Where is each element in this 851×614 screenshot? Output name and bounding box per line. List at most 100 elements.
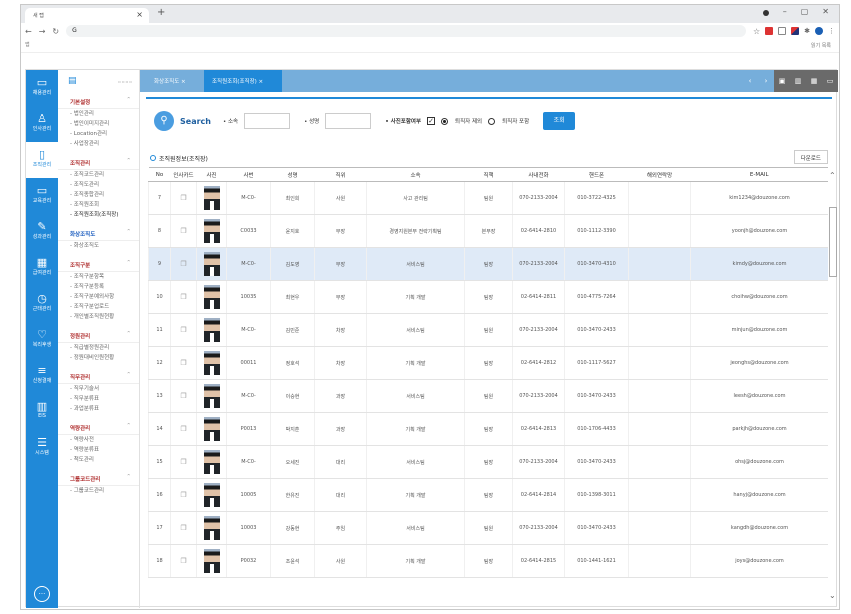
sidebar-item[interactable]: - 과업분류표 <box>58 404 139 414</box>
reading-list[interactable]: 읽기 목록 <box>811 42 831 49</box>
rail-item[interactable]: ▦ 급여관리 <box>26 250 58 286</box>
table-row[interactable]: 12 ❐ 00011 정호석 차장 기획 개발 팀장 02-6414-2812 010-1117… <box>148 346 828 380</box>
url-input[interactable]: G <box>66 25 746 37</box>
profile-icon[interactable] <box>762 10 769 16</box>
sidebar-item[interactable]: - 역량분류표 <box>58 445 139 455</box>
sidebar-group[interactable]: 조직구분 ⌃ <box>58 255 139 272</box>
table-row[interactable]: 16 ❐ 10005 한유진 대리 기획 개발 팀장 02-6414-2814 010-1398… <box>148 478 828 512</box>
sidebar-item[interactable]: - 조직구분등록 <box>58 282 139 292</box>
sidebar-item[interactable]: - 화상조직도 <box>58 241 139 251</box>
download-button[interactable]: 다운로드 <box>793 150 828 164</box>
query-button[interactable]: 조회 <box>543 112 576 130</box>
card-icon[interactable]: ❐ <box>180 392 186 400</box>
card-icon[interactable]: ❐ <box>180 458 186 466</box>
chevron-up-icon[interactable]: ⌃ <box>126 97 131 103</box>
rail-item[interactable]: ≡ 신청결재 <box>26 358 58 394</box>
table-row[interactable]: 14 ❐ P0013 박지훈 과장 기획 개발 팀장 02-6414-2813 010-1706… <box>148 412 828 446</box>
sidebar-item[interactable]: - 조직코드관리 <box>58 170 139 180</box>
column-header[interactable]: 직위 <box>314 167 367 182</box>
account-icon[interactable] <box>815 27 823 35</box>
card-icon[interactable]: ❐ <box>180 326 186 334</box>
column-header[interactable]: 핸드폰 <box>564 167 629 182</box>
table-row[interactable]: 10 ❐ 10035 최현우 부장 기획 개발 팀장 02-6414-2811 010-4775… <box>148 280 828 314</box>
bookmark-icon[interactable]: ▤ <box>68 76 77 86</box>
extension-icon[interactable] <box>791 27 800 35</box>
apps-bookmark[interactable]: 앱 <box>25 42 30 48</box>
sidebar-group[interactable]: 역량관리 ⌃ <box>58 418 139 435</box>
extension-icon[interactable] <box>778 27 787 35</box>
rail-item[interactable]: ✎ 성과관리 <box>26 214 58 250</box>
rail-item[interactable]: ♡ 복리후생 <box>26 322 58 358</box>
column-header[interactable]: 성명 <box>270 167 315 182</box>
layout-other-icon[interactable]: ▭ <box>822 70 838 92</box>
sidebar-item[interactable]: - 법인이미지관리 <box>58 119 139 129</box>
column-header[interactable]: 사진 <box>196 167 227 182</box>
card-icon[interactable]: ❐ <box>180 194 186 202</box>
table-row[interactable]: 11 ❐ M-C0- 김민준 차장 서비스팀 팀원 070-2133-2004 010-3470… <box>148 313 828 347</box>
sidebar-group[interactable]: 기본설정 ⌃ <box>58 92 139 109</box>
layout-single-icon[interactable]: ▣ <box>774 70 790 92</box>
sidebar-item[interactable]: - 정원대비인원현황 <box>58 353 139 363</box>
sidebar-item[interactable]: - 역량사전 <box>58 435 139 445</box>
chevron-up-icon[interactable]: ⌃ <box>126 229 131 235</box>
star-icon[interactable]: ☆ <box>753 27 760 36</box>
window-close-icon[interactable]: ✕ <box>822 7 829 16</box>
extension-icon[interactable] <box>765 27 774 35</box>
sidebar-item[interactable]: - 직무기술서 <box>58 384 139 394</box>
forward-icon[interactable]: → <box>39 27 46 36</box>
chevron-up-icon[interactable]: ⌃ <box>126 423 131 429</box>
column-header[interactable]: 사번 <box>226 167 271 182</box>
column-header[interactable]: 소속 <box>366 167 465 182</box>
puzzle-icon[interactable]: ✱ <box>804 27 810 35</box>
sidebar-group[interactable]: 정원관리 ⌃ <box>58 326 139 343</box>
close-icon[interactable]: × <box>136 10 143 19</box>
layout-grid-icon[interactable]: ▦ <box>806 70 822 92</box>
card-icon[interactable]: ❐ <box>180 557 186 565</box>
sidebar-item[interactable]: - 법인관리 <box>58 109 139 119</box>
table-row[interactable]: 7 ❐ M-C0- 최인희 사원 사고 관리팀 팀원 070-2133-2004 010-372… <box>148 181 828 215</box>
rail-item[interactable]: ▭ 교육관리 <box>26 178 58 214</box>
card-icon[interactable]: ❐ <box>180 524 186 532</box>
sidebar-item[interactable]: - 척도관리 <box>58 455 139 465</box>
column-header[interactable]: 인사카드 <box>170 167 197 182</box>
sidebar-group[interactable]: 그룹코드관리 ⌃ <box>58 469 139 486</box>
table-row[interactable]: 18 ❐ P0032 조윤석 사원 기획 개발 팀장 02-6414-2815 010-1441… <box>148 544 828 578</box>
scroll-thumb[interactable] <box>829 207 837 277</box>
card-icon[interactable]: ❐ <box>180 260 186 268</box>
chevron-up-icon[interactable]: ⌃ <box>126 372 131 378</box>
chevron-up-icon[interactable]: ⌃ <box>126 474 131 480</box>
sidebar-item[interactable]: - 조직구분항목 <box>58 272 139 282</box>
tab-org-chart[interactable]: 화상조직도 × <box>146 70 198 92</box>
rail-item[interactable]: ▭ 채용관리 <box>26 70 58 106</box>
chevron-up-icon[interactable]: ⌃ <box>126 260 131 266</box>
card-icon[interactable]: ❐ <box>180 293 186 301</box>
sidebar-item[interactable]: - 조직원조회(조직장) <box>58 210 139 220</box>
next-tab-icon[interactable]: › <box>758 70 774 92</box>
sidebar-item[interactable]: - 사업장관리 <box>58 139 139 149</box>
table-row[interactable]: 15 ❐ M-C0- 오세진 대리 서비스팀 팀장 070-2133-2004 010-3470… <box>148 445 828 479</box>
card-icon[interactable]: ❐ <box>180 425 186 433</box>
scrollbar[interactable]: ⌃ ⌄ <box>828 167 838 608</box>
exclude-retired-radio[interactable] <box>441 117 449 125</box>
sidebar-item[interactable]: - 조직도관리 <box>58 180 139 190</box>
table-row[interactable]: 9 ❐ M-C0- 김도영 부장 서비스팀 팀장 070-2133-2004 010-3470-… <box>148 247 828 281</box>
table-row[interactable]: 13 ❐ M-C0- 이승현 과장 서비스팀 팀원 070-2133-2004 010-3470… <box>148 379 828 413</box>
prev-tab-icon[interactable]: ‹ <box>742 70 758 92</box>
column-header[interactable]: E-MAIL <box>690 167 828 182</box>
rail-item[interactable]: ☰ 시스템 <box>26 430 58 466</box>
photo-checkbox[interactable]: ✓ <box>427 117 436 125</box>
layout-split-icon[interactable]: ▥ <box>790 70 806 92</box>
rail-item[interactable]: ◷ 근태관리 <box>26 286 58 322</box>
sidebar-item[interactable]: - 조직구분업로드 <box>58 302 139 312</box>
card-icon[interactable]: ❐ <box>180 359 186 367</box>
minimize-icon[interactable]: – <box>783 7 787 16</box>
menu-icon[interactable]: ⋮ <box>828 27 835 35</box>
more-icon[interactable]: ··· <box>34 586 50 602</box>
chevron-up-icon[interactable]: ⌃ <box>126 331 131 337</box>
column-header[interactable]: 해외연락망 <box>628 167 691 182</box>
chevron-up-icon[interactable]: ⌃ <box>829 171 836 180</box>
table-row[interactable]: 17 ❐ 10003 강동현 주임 서비스팀 팀원 070-2133-2004 010-3470… <box>148 511 828 545</box>
sidebar-item[interactable]: - 조직구분예외사항 <box>58 292 139 302</box>
sidebar-item[interactable]: - 조직원조회 <box>58 200 139 210</box>
org-input[interactable] <box>244 113 291 129</box>
